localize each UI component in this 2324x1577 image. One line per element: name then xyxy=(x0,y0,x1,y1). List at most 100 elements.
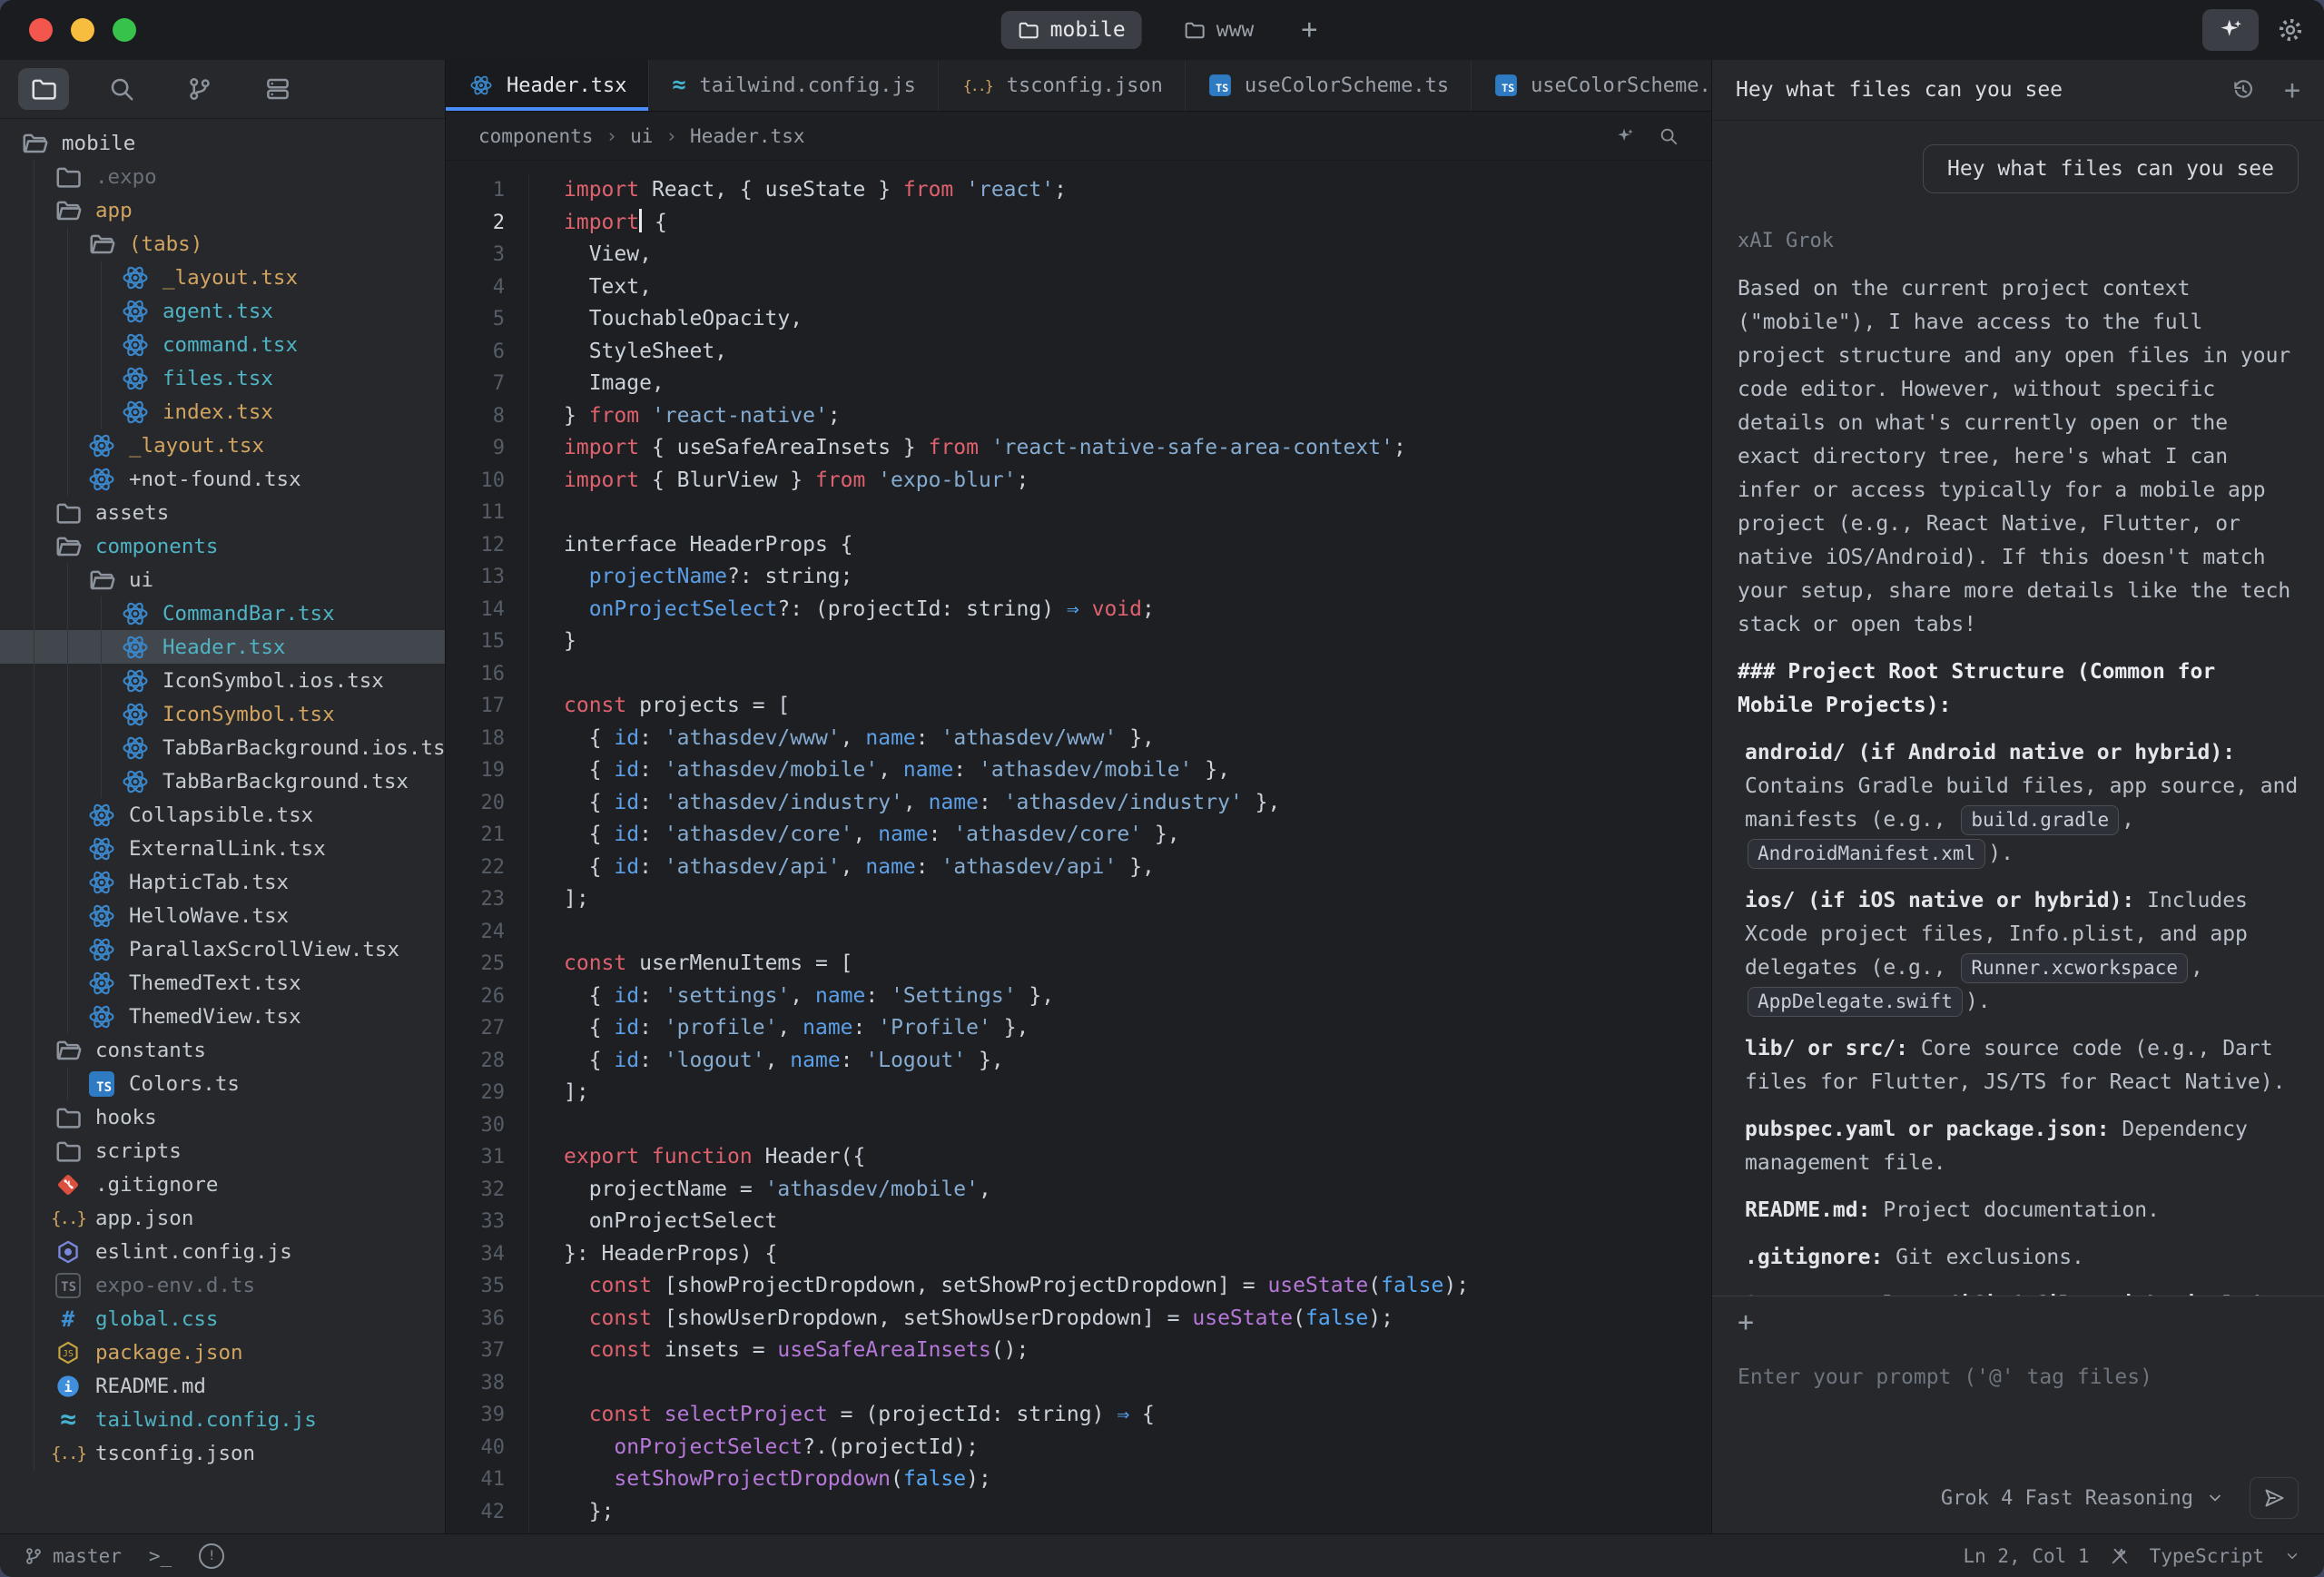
assistant-block-heading: ### Project Root Structure (Common for M… xyxy=(1738,655,2299,723)
tree-item-tailwind.config.js[interactable]: ≈tailwind.config.js xyxy=(0,1403,445,1436)
tree-item-agent.tsx[interactable]: agent.tsx xyxy=(0,294,445,328)
files-icon[interactable] xyxy=(18,68,69,110)
tree-item-app.json[interactable]: {..}app.json xyxy=(0,1201,445,1235)
editor-tab-useColorScheme.ts[interactable]: TSuseColorScheme.ts xyxy=(1186,60,1472,111)
tree-item-package.json[interactable]: JSpackage.json xyxy=(0,1336,445,1369)
assistant-block-item: lib/ or src/: Core source code (e.g., Da… xyxy=(1738,1032,2299,1099)
code-line: projectName = 'athasdev/mobile', xyxy=(564,1174,1469,1207)
tree-item-TabBarBackground.ios.tsx[interactable]: TabBarBackground.ios.tsx xyxy=(0,731,445,764)
indent-guide xyxy=(67,227,68,261)
tree-item-ui[interactable]: ui xyxy=(0,563,445,596)
indent-guide xyxy=(101,764,102,798)
tree-item-label: (tabs) xyxy=(129,232,202,256)
language-selector[interactable]: TypeScript xyxy=(2150,1545,2264,1567)
code-editor[interactable]: 1234567891011121314151617181920212223242… xyxy=(446,161,1711,1533)
terminal-toggle-icon[interactable]: >_ xyxy=(149,1545,172,1567)
git-branch-indicator[interactable]: master xyxy=(24,1545,122,1567)
buffer-search-icon[interactable] xyxy=(1659,126,1679,146)
breadcrumb-segment[interactable]: Header.tsx xyxy=(690,125,804,147)
editor-tab-Header.tsx[interactable]: Header.tsx xyxy=(446,60,649,111)
assistant-toggle-button[interactable] xyxy=(2202,9,2259,51)
status-bar: master >_ ! Ln 2, Col 1 TypeScript xyxy=(0,1533,2324,1577)
code-line: setShowProjectDropdown(false); xyxy=(564,1464,1469,1496)
tree-item-app[interactable]: app xyxy=(0,193,445,227)
tree-item-+not-found.tsx[interactable]: +not-found.tsx xyxy=(0,462,445,496)
tree-item-constants[interactable]: constants xyxy=(0,1033,445,1067)
tree-item-_layout.tsx[interactable]: _layout.tsx xyxy=(0,429,445,462)
indent-guide xyxy=(67,361,68,395)
tree-item-expo-env.d.ts[interactable]: TSexpo-env.d.ts xyxy=(0,1268,445,1302)
prompt-composer[interactable]: + Enter your prompt ('@' tag files) Grok… xyxy=(1712,1296,2324,1533)
tree-item-(tabs)[interactable]: (tabs) xyxy=(0,227,445,261)
attach-plus-icon[interactable]: + xyxy=(1738,1309,2299,1336)
tree-item-eslint.config.js[interactable]: eslint.config.js xyxy=(0,1235,445,1268)
tree-item-_layout.tsx[interactable]: _layout.tsx xyxy=(0,261,445,294)
editor-tab-useColorScheme.web.ts[interactable]: TSuseColorScheme.web.ts xyxy=(1472,60,1711,111)
send-button[interactable] xyxy=(2250,1477,2299,1519)
zoom-window-button[interactable] xyxy=(113,18,136,42)
diagnostics-icon[interactable]: ! xyxy=(199,1543,224,1569)
chevron-down-icon[interactable] xyxy=(2206,1489,2224,1507)
tree-item-TabBarBackground.tsx[interactable]: TabBarBackground.tsx xyxy=(0,764,445,798)
project-tab-mobile[interactable]: mobile xyxy=(1001,11,1142,49)
cursor-position[interactable]: Ln 2, Col 1 xyxy=(1963,1545,2089,1567)
model-selector[interactable]: Grok 4 Fast Reasoning xyxy=(1941,1487,2193,1510)
tree-item-assets[interactable]: assets xyxy=(0,496,445,529)
minimize-window-button[interactable] xyxy=(71,18,94,42)
breadcrumb-segment[interactable]: ui xyxy=(630,125,653,147)
code-line: }; xyxy=(564,1496,1469,1529)
add-project-button[interactable]: + xyxy=(1295,16,1323,44)
tree-item-CommandBar.tsx[interactable]: CommandBar.tsx xyxy=(0,596,445,630)
chat-scroll-area[interactable]: Hey what files can you see xAI Grok Base… xyxy=(1712,121,2324,1296)
chevron-down-icon[interactable] xyxy=(2284,1548,2300,1564)
tree-item-Collapsible.tsx[interactable]: Collapsible.tsx xyxy=(0,798,445,832)
tree-item-components[interactable]: components xyxy=(0,529,445,563)
file-type-react-icon xyxy=(87,465,116,494)
tree-item-hooks[interactable]: hooks xyxy=(0,1100,445,1134)
tree-item-index.tsx[interactable]: index.tsx xyxy=(0,395,445,429)
tree-item-.expo[interactable]: .expo xyxy=(0,160,445,193)
indent-guide xyxy=(67,328,68,361)
breadcrumb-segment[interactable]: components xyxy=(478,125,593,147)
edit-prediction-disabled-icon[interactable] xyxy=(2110,1546,2130,1566)
tree-item-IconSymbol.ios.tsx[interactable]: IconSymbol.ios.tsx xyxy=(0,664,445,697)
editor-tab-tsconfig.json[interactable]: {..}tsconfig.json xyxy=(939,60,1186,111)
code-content[interactable]: import React, { useState } from 'react';… xyxy=(529,174,1469,1533)
breadcrumb[interactable]: components › ui › Header.tsx xyxy=(446,112,1711,161)
tree-item-HapticTab.tsx[interactable]: HapticTab.tsx xyxy=(0,865,445,899)
tree-item-files.tsx[interactable]: files.tsx xyxy=(0,361,445,395)
close-window-button[interactable] xyxy=(29,18,53,42)
prompt-input-placeholder[interactable]: Enter your prompt ('@' tag files) xyxy=(1738,1365,2299,1389)
tree-item-label: ExternalLink.tsx xyxy=(129,837,326,861)
tree-item-mobile[interactable]: mobile xyxy=(0,126,445,160)
tree-item-command.tsx[interactable]: command.tsx xyxy=(0,328,445,361)
tree-item-ThemedView.tsx[interactable]: ThemedView.tsx xyxy=(0,1000,445,1033)
history-icon[interactable] xyxy=(2231,78,2255,102)
tree-item-global.css[interactable]: #global.css xyxy=(0,1302,445,1336)
server-icon[interactable] xyxy=(252,68,303,110)
project-tab-www[interactable]: www xyxy=(1167,11,1271,49)
tree-item-IconSymbol.tsx[interactable]: IconSymbol.tsx xyxy=(0,697,445,731)
tree-item-ExternalLink.tsx[interactable]: ExternalLink.tsx xyxy=(0,832,445,865)
indent-guide xyxy=(101,395,102,429)
folder-open-icon xyxy=(54,532,83,561)
tree-item-Colors.ts[interactable]: TSColors.ts xyxy=(0,1067,445,1100)
new-thread-plus-icon[interactable]: + xyxy=(2284,74,2300,106)
tree-item-HelloWave.tsx[interactable]: HelloWave.tsx xyxy=(0,899,445,932)
search-icon[interactable] xyxy=(96,68,147,110)
inline-assist-icon[interactable] xyxy=(1615,126,1635,146)
tree-item-.gitignore[interactable]: .gitignore xyxy=(0,1168,445,1201)
tree-item-ParallaxScrollView.tsx[interactable]: ParallaxScrollView.tsx xyxy=(0,932,445,966)
tree-item-ThemedText.tsx[interactable]: ThemedText.tsx xyxy=(0,966,445,1000)
code-line: ]; xyxy=(564,1077,1469,1109)
indent-guide xyxy=(67,664,68,697)
tree-item-Header.tsx[interactable]: Header.tsx xyxy=(0,630,445,664)
tree-item-scripts[interactable]: scripts xyxy=(0,1134,445,1168)
editor-tab-tailwind.config.js[interactable]: ≈tailwind.config.js xyxy=(649,60,938,111)
tree-item-tsconfig.json[interactable]: {..}tsconfig.json xyxy=(0,1436,445,1470)
folder-icon xyxy=(1184,19,1206,41)
tree-item-README.md[interactable]: iREADME.md xyxy=(0,1369,445,1403)
file-tree: mobile.expoapp(tabs)_layout.tsxagent.tsx… xyxy=(0,119,445,1533)
settings-gear-icon[interactable] xyxy=(2277,16,2304,44)
git-branch-icon[interactable] xyxy=(174,68,225,110)
